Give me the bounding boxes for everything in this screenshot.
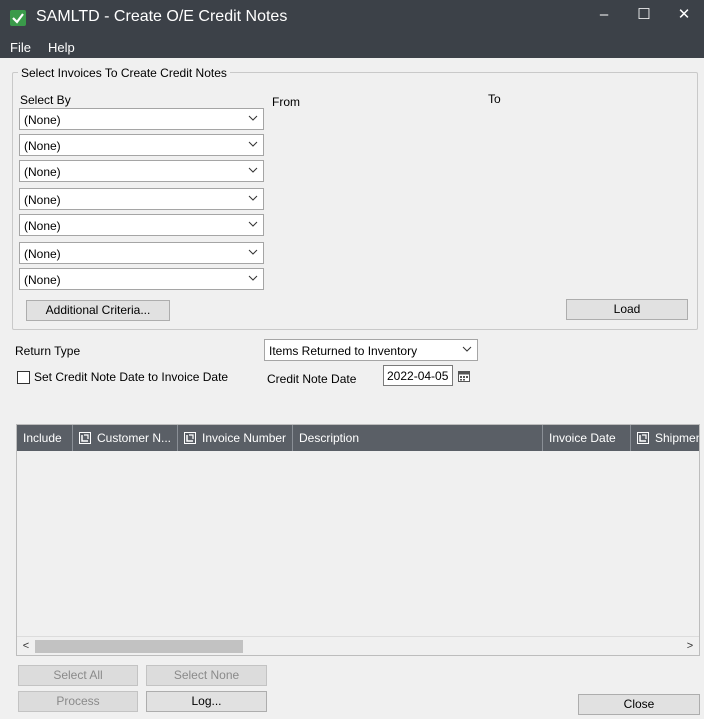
chevron-down-icon (248, 275, 258, 281)
to-label: To (488, 92, 501, 106)
select-none-button[interactable]: Select None (146, 665, 267, 686)
criteria-select-6[interactable]: (None) (19, 242, 264, 264)
column-label: Description (299, 431, 360, 445)
minimize-button[interactable]: – (584, 0, 624, 30)
criteria-value: (None) (24, 273, 61, 287)
criteria-value: (None) (24, 219, 61, 233)
chevron-down-icon (248, 195, 258, 201)
select-by-label: Select By (20, 93, 71, 107)
menu-file[interactable]: File (10, 40, 31, 55)
criteria-value: (None) (24, 139, 61, 153)
process-button[interactable]: Process (18, 691, 138, 712)
chevron-down-icon (248, 115, 258, 121)
menu-help[interactable]: Help (48, 40, 75, 55)
return-type-label: Return Type (15, 344, 81, 358)
criteria-select-1[interactable]: (None) (19, 108, 264, 130)
set-date-checkbox[interactable] (17, 371, 30, 384)
return-type-select[interactable]: Items Returned to Inventory (264, 339, 478, 361)
scroll-right-icon[interactable]: > (683, 639, 697, 653)
from-label: From (272, 95, 300, 109)
load-button[interactable]: Load (566, 299, 688, 320)
criteria-select-4[interactable]: (None) (19, 188, 264, 210)
credit-note-date-label: Credit Note Date (267, 372, 357, 386)
return-type-value: Items Returned to Inventory (269, 344, 418, 358)
criteria-value: (None) (24, 193, 61, 207)
column-filter-icon[interactable] (79, 432, 91, 444)
criteria-value: (None) (24, 165, 61, 179)
column-description[interactable]: Description (293, 425, 543, 451)
calendar-icon[interactable] (458, 370, 470, 382)
window-title: SAMLTD - Create O/E Credit Notes (36, 8, 288, 25)
chevron-down-icon (248, 221, 258, 227)
scrollbar-thumb[interactable] (35, 640, 243, 653)
criteria-select-3[interactable]: (None) (19, 160, 264, 182)
column-customer-number[interactable]: Customer N... (73, 425, 178, 451)
grid-header: Include Customer N... Invoice Number Des… (17, 425, 699, 451)
set-date-checkbox-label: Set Credit Note Date to Invoice Date (34, 370, 229, 384)
select-all-button[interactable]: Select All (18, 665, 138, 686)
criteria-value: (None) (24, 247, 61, 261)
column-shipment[interactable]: Shipmen (631, 425, 699, 451)
additional-criteria-button[interactable]: Additional Criteria... (26, 300, 170, 321)
column-label: Include (23, 431, 62, 445)
invoice-grid[interactable]: Include Customer N... Invoice Number Des… (16, 424, 700, 656)
criteria-select-5[interactable]: (None) (19, 214, 264, 236)
horizontal-scrollbar[interactable]: < > (17, 636, 699, 655)
scroll-left-icon[interactable]: < (19, 639, 33, 653)
chevron-down-icon (462, 346, 472, 352)
column-label: Shipmen (655, 431, 699, 445)
maximize-button[interactable]: ☐ (624, 0, 664, 30)
chevron-down-icon (248, 167, 258, 173)
column-filter-icon[interactable] (184, 432, 196, 444)
credit-note-date-input[interactable]: 2022-04-05 (383, 365, 453, 386)
close-button[interactable]: Close (578, 694, 700, 715)
column-label: Invoice Number (202, 431, 287, 445)
column-invoice-date[interactable]: Invoice Date (543, 425, 631, 451)
title-bar: SAMLTD - Create O/E Credit Notes – ☐ ✕ (0, 0, 704, 38)
criteria-value: (None) (24, 113, 61, 127)
criteria-select-7[interactable]: (None) (19, 268, 264, 290)
column-filter-icon[interactable] (637, 432, 649, 444)
chevron-down-icon (248, 141, 258, 147)
selection-group-title: Select Invoices To Create Credit Notes (18, 66, 230, 80)
menu-bar: File Help (0, 38, 704, 58)
column-invoice-number[interactable]: Invoice Number (178, 425, 293, 451)
column-label: Customer N... (97, 431, 172, 445)
log-button[interactable]: Log... (146, 691, 267, 712)
criteria-select-2[interactable]: (None) (19, 134, 264, 156)
column-include[interactable]: Include (17, 425, 73, 451)
chevron-down-icon (248, 249, 258, 255)
app-check-icon (10, 10, 26, 26)
column-label: Invoice Date (549, 431, 616, 445)
close-window-button[interactable]: ✕ (664, 0, 704, 30)
